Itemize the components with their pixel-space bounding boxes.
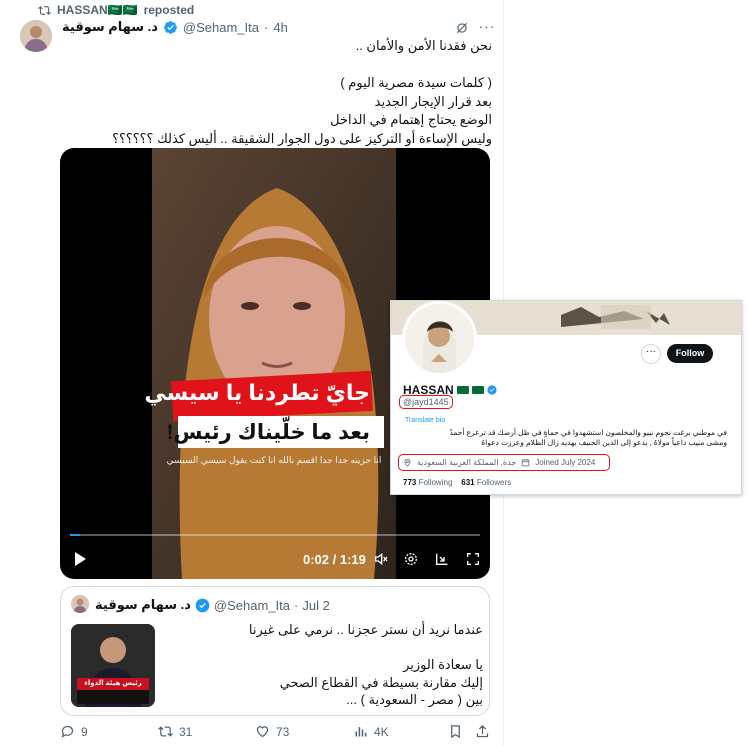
quoted-post-thumbnail[interactable]: رئيس هيئة الدواء (71, 624, 155, 707)
bio-line: ومشى منيب داعياً مولاهُ , يدعو إلى الدين… (481, 438, 727, 447)
grok-icon[interactable] (455, 21, 469, 35)
views-count: 4K (374, 724, 389, 739)
video-frame (152, 148, 396, 579)
quoted-line (165, 639, 483, 657)
heart-icon (256, 726, 269, 738)
profile-more-icon: ··· (641, 344, 661, 364)
quoted-post-header: د. سهام سوقية @Seham_Ita · Jul 2 (95, 597, 330, 613)
like-count: 73 (276, 724, 290, 739)
bookmark-icon (451, 725, 460, 739)
bio-line: في موطني برغت نجوم نبيو والمخلصون استشهد… (449, 428, 727, 437)
follow-button: Follow (667, 344, 713, 363)
quoted-line: عندما نريد أن نستر عجزنا .. نرمي على غير… (248, 622, 483, 637)
video-subtitle: انا حزينه جدا جدا اقسم بالله انا كنت بقو… (166, 455, 382, 465)
video-progress-fill (70, 534, 81, 536)
author-avatar[interactable] (20, 20, 52, 52)
verified-badge-icon (195, 598, 210, 612)
views-button[interactable]: 4K (353, 724, 389, 739)
reply-button[interactable]: 9 (60, 724, 88, 739)
author-name[interactable]: د. سهام سوقية (62, 19, 158, 35)
post-line: الوضع يحتاج إهتمام في الداخل (330, 112, 492, 127)
quoted-line: يا سعادة الوزير (403, 657, 483, 672)
translate-bio-link: Translate bio (405, 417, 446, 424)
settings-icon[interactable] (403, 551, 419, 567)
saudi-flag-icon (456, 386, 469, 394)
video-caption-line1: جايّ تطردنا يا سيسي (144, 380, 370, 405)
post-line: وليس الإساءة أو التركيز على دول الجوار ا… (112, 130, 492, 146)
repost-label: reposted (143, 3, 195, 17)
repost-button[interactable]: 31 (158, 724, 192, 739)
following-label: Following (418, 478, 453, 487)
followers-count: 631 (461, 478, 475, 487)
thumbnail-caption: رئيس هيئة الدواء (84, 680, 142, 687)
action-bar: 9 31 73 4K (60, 724, 500, 744)
followers-label: Followers (476, 478, 512, 487)
quoted-post[interactable]: د. سهام سوقية @Seham_Ita · Jul 2 رئيس هي… (60, 586, 490, 716)
video-progress-track[interactable] (70, 534, 480, 536)
post-header: د. سهام سوقية @Seham_Ita · 4h (62, 19, 288, 35)
calendar-icon (521, 459, 530, 467)
video-caption-line2: بعد ما خلّيناك رئيس! (166, 421, 370, 444)
quoted-line: إليك مقارنة بسيطة في القطاع الصحي (279, 674, 483, 690)
reply-icon (61, 725, 74, 738)
post-time[interactable]: 4h (273, 20, 287, 35)
repost-count: 31 (179, 724, 193, 739)
meta-separator: · (264, 19, 269, 35)
play-icon[interactable] (72, 551, 88, 567)
quoted-author-handle[interactable]: @Seham_Ita (214, 598, 290, 613)
profile-joined: Joined July 2024 (535, 458, 596, 467)
quoted-line: بين ( مصر - السعودية ) ... (346, 692, 483, 707)
like-button[interactable]: 73 (255, 724, 289, 739)
verified-badge-icon (487, 385, 497, 395)
mute-icon[interactable] (373, 551, 389, 567)
repost-icon (158, 726, 173, 737)
post-line: بعد قرار الإيجار الجديد (374, 93, 492, 109)
repost-icon (38, 5, 51, 15)
share-icon (476, 724, 489, 738)
profile-location: جدة, المملكة العربية السعودية (417, 458, 517, 467)
author-handle[interactable]: @Seham_Ita (183, 20, 259, 35)
video-time: 0:02 / 1:19 (303, 552, 366, 567)
profile-bio: في موطني برغت نجوم نبيو والمخلصون استشهد… (403, 428, 727, 448)
following-count: 773 (403, 478, 417, 487)
quoted-author-name[interactable]: د. سهام سوقية (95, 597, 191, 613)
share-button[interactable] (475, 724, 490, 739)
post-text: نحن فقدنا الأمن والأمان .. ( كلمات سيدة … (62, 37, 492, 148)
repost-indicator: HASSAN🇸🇦🇸🇦 reposted (38, 3, 194, 17)
profile-meta: جدة, المملكة العربية السعودية Joined Jul… (398, 454, 610, 471)
repost-user[interactable]: HASSAN🇸🇦🇸🇦 (57, 3, 138, 17)
quoted-post-text: عندما نريد أن نستر عجزنا .. نرمي على غير… (165, 621, 483, 709)
profile-handle: @jayd1445 (399, 395, 453, 409)
quoted-post-time[interactable]: Jul 2 (302, 598, 329, 613)
fullscreen-icon[interactable] (465, 551, 481, 567)
more-options-icon[interactable]: ··· (478, 19, 496, 35)
post-line: نحن فقدنا الأمن والأمان .. (355, 38, 492, 53)
post-line: ( كلمات سيدة مصرية اليوم ) (340, 75, 492, 90)
picture-in-picture-icon[interactable] (434, 551, 450, 567)
profile-screenshot: ··· Follow HASSAN @jayd1445 Translate bi… (390, 300, 742, 495)
profile-follow-counts: 773 Following 631 Followers (403, 478, 511, 487)
post-line (62, 56, 492, 75)
saudi-flag-icon (471, 386, 484, 394)
profile-avatar (402, 301, 477, 376)
meta-separator: · (294, 597, 299, 613)
views-chart-icon (355, 727, 367, 737)
location-icon (404, 458, 411, 467)
quoted-author-avatar[interactable] (71, 595, 89, 613)
reply-count: 9 (81, 724, 88, 739)
verified-badge-icon (164, 20, 177, 34)
bookmark-button[interactable] (448, 724, 463, 739)
